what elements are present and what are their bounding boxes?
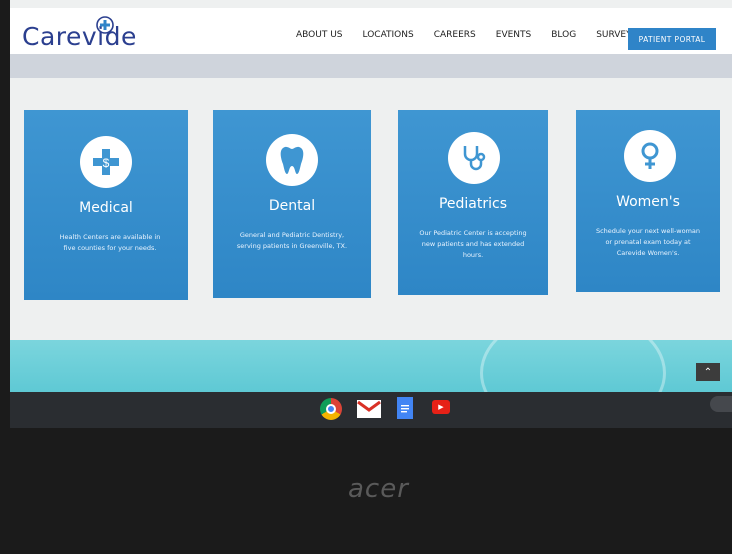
card-womens[interactable]: Women's Schedule your next well-woman or… <box>576 110 720 292</box>
nav-about-us[interactable]: ABOUT US <box>296 30 343 40</box>
card-medical-desc: Health Centers are available in five cou… <box>59 233 161 252</box>
card-womens-desc: Schedule your next well-woman or prenata… <box>595 227 701 257</box>
female-symbol-icon <box>624 130 676 182</box>
nav-events[interactable]: EVENTS <box>496 30 531 40</box>
card-womens-title: Women's <box>616 194 680 210</box>
gmail-icon[interactable] <box>357 400 381 418</box>
hero-band <box>10 54 732 78</box>
nav-careers[interactable]: CAREERS <box>434 30 476 40</box>
card-dental-desc: General and Pediatric Dentistry, serving… <box>236 231 348 250</box>
card-dental-title: Dental <box>268 198 316 214</box>
nav-locations[interactable]: LOCATIONS <box>363 30 414 40</box>
card-medical-title: Medical <box>79 200 133 216</box>
tooth-icon <box>266 134 318 186</box>
logo-cross-icon <box>96 16 114 34</box>
site-header: Carevide ABOUT US LOCATIONS CAREERS EVEN… <box>10 8 732 54</box>
screen: Carevide ABOUT US LOCATIONS CAREERS EVEN… <box>10 0 732 428</box>
medical-dollar-icon: $ <box>80 136 132 188</box>
card-pediatrics[interactable]: Pediatrics Our Pediatric Center is accep… <box>398 110 548 295</box>
card-medical[interactable]: $ Medical Health Centers are available i… <box>24 110 188 300</box>
os-taskbar: ▶ <box>10 392 732 428</box>
nav-blog[interactable]: BLOG <box>551 30 576 40</box>
patient-portal-button[interactable]: PATIENT PORTAL <box>628 28 716 50</box>
teal-section <box>10 340 732 400</box>
decorative-arc <box>480 340 666 400</box>
stethoscope-icon <box>448 132 500 184</box>
main-nav: ABOUT US LOCATIONS CAREERS EVENTS BLOG S… <box>296 30 657 40</box>
card-dental[interactable]: Dental General and Pediatric Dentistry, … <box>213 110 371 298</box>
chevron-up-icon[interactable]: ⌃ <box>696 363 720 381</box>
docs-icon[interactable] <box>397 397 413 419</box>
carevide-logo[interactable]: Carevide <box>22 16 137 51</box>
svg-text:$: $ <box>103 156 110 170</box>
card-pediatrics-title: Pediatrics <box>438 196 508 212</box>
card-pediatrics-desc: Our Pediatric Center is accepting new pa… <box>419 229 527 259</box>
youtube-icon[interactable]: ▶ <box>432 400 450 414</box>
system-status-tray[interactable] <box>710 396 732 412</box>
chrome-icon[interactable] <box>320 398 342 420</box>
logo-text-care: Care <box>22 22 82 51</box>
laptop-brand: acer <box>348 474 409 504</box>
